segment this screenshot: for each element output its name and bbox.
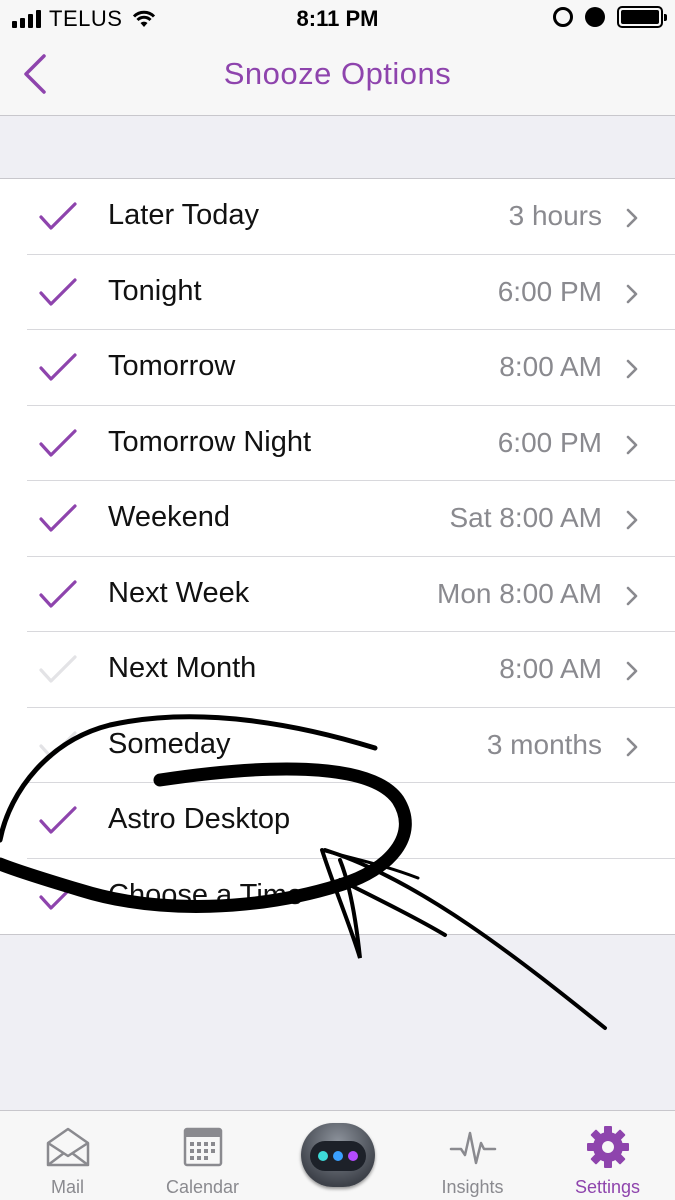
pulse-icon [449, 1131, 496, 1165]
chevron-right-icon [626, 661, 638, 681]
snooze-option-later-today[interactable]: Later Today 3 hours [0, 179, 675, 255]
checkmark-icon [39, 881, 77, 910]
tab-calendar[interactable]: Calendar [135, 1111, 270, 1200]
option-value: 8:00 AM [499, 351, 602, 382]
option-value: 6:00 PM [497, 426, 602, 458]
chevron-right-icon [626, 284, 638, 303]
gear-icon [586, 1126, 629, 1168]
rotation-lock-icon [553, 7, 573, 27]
snooze-option-tomorrow[interactable]: Tomorrow 8:00 AM [0, 330, 675, 406]
option-value: 6:00 PM [497, 275, 602, 307]
alarm-icon [585, 7, 605, 27]
snooze-option-weekend[interactable]: Weekend Sat 8:00 AM [0, 481, 675, 557]
chevron-right-icon [626, 435, 638, 454]
option-value: Sat 8:00 AM [449, 502, 602, 533]
status-bar: TELUS 8:11 PM [0, 0, 675, 36]
tab-insights[interactable]: Insights [405, 1111, 540, 1200]
checkmark-icon [39, 579, 77, 608]
tab-label: Mail [50, 1177, 84, 1197]
status-right [553, 6, 667, 28]
option-label: Tomorrow [108, 350, 236, 382]
checkmark-icon [39, 730, 77, 759]
tab-mail[interactable]: Mail [0, 1111, 135, 1200]
snooze-option-tonight[interactable]: Tonight 6:00 PM [0, 255, 675, 331]
option-label: Later Today [108, 199, 260, 231]
chevron-right-icon [626, 510, 638, 530]
option-label: Choose a Time [108, 878, 304, 911]
option-label: Next Month [108, 652, 257, 684]
checkmark-icon [39, 277, 77, 306]
mail-icon [46, 1127, 89, 1167]
tab-label: Settings [574, 1177, 641, 1197]
option-value: 3 months [486, 728, 602, 760]
astro-bot-icon [300, 1123, 375, 1187]
tab-settings[interactable]: Settings [540, 1111, 675, 1200]
chevron-right-icon [626, 359, 638, 379]
option-label: Next Week [108, 576, 250, 609]
snooze-options-list: Later Today 3 hours Tonight 6:00 PM Tomo… [0, 178, 675, 935]
option-value: 3 hours [508, 200, 602, 231]
option-label: Tonight [108, 274, 202, 307]
chevron-right-icon [626, 208, 638, 228]
tab-label: Calendar [165, 1177, 240, 1197]
calendar-icon [183, 1127, 222, 1167]
option-label: Weekend [108, 501, 230, 533]
chevron-right-icon [626, 586, 638, 605]
option-label: Someday [108, 727, 231, 760]
astro-face [309, 1141, 366, 1171]
snooze-option-astro-desktop[interactable]: Astro Desktop [0, 783, 675, 859]
option-value: Mon 8:00 AM [437, 577, 602, 609]
battery-icon [617, 6, 667, 28]
tab-astro-assistant[interactable] [270, 1111, 405, 1200]
option-label: Astro Desktop [108, 803, 291, 835]
tab-label: Insights [441, 1177, 504, 1197]
navigation-bar: Snooze Options [0, 36, 675, 116]
checkmark-icon [39, 353, 77, 381]
checkmark-icon [39, 504, 77, 532]
chevron-right-icon [626, 737, 638, 756]
page-title: Snooze Options [223, 56, 452, 91]
checkmark-icon [39, 428, 77, 457]
snooze-option-someday[interactable]: Someday 3 months [0, 708, 675, 784]
snooze-option-tomorrow-night[interactable]: Tomorrow Night 6:00 PM [0, 406, 675, 482]
option-label: Tomorrow Night [108, 425, 312, 458]
snooze-option-choose-a-time[interactable]: Choose a Time [0, 859, 675, 935]
checkmark-icon [39, 202, 77, 230]
snooze-option-next-month[interactable]: Next Month 8:00 AM [0, 632, 675, 708]
option-value: 8:00 AM [499, 653, 602, 684]
checkmark-icon [39, 655, 77, 683]
tab-bar: Mail Calendar Insights Settings [0, 1110, 675, 1200]
snooze-option-next-week[interactable]: Next Week Mon 8:00 AM [0, 557, 675, 633]
checkmark-icon [39, 806, 77, 834]
